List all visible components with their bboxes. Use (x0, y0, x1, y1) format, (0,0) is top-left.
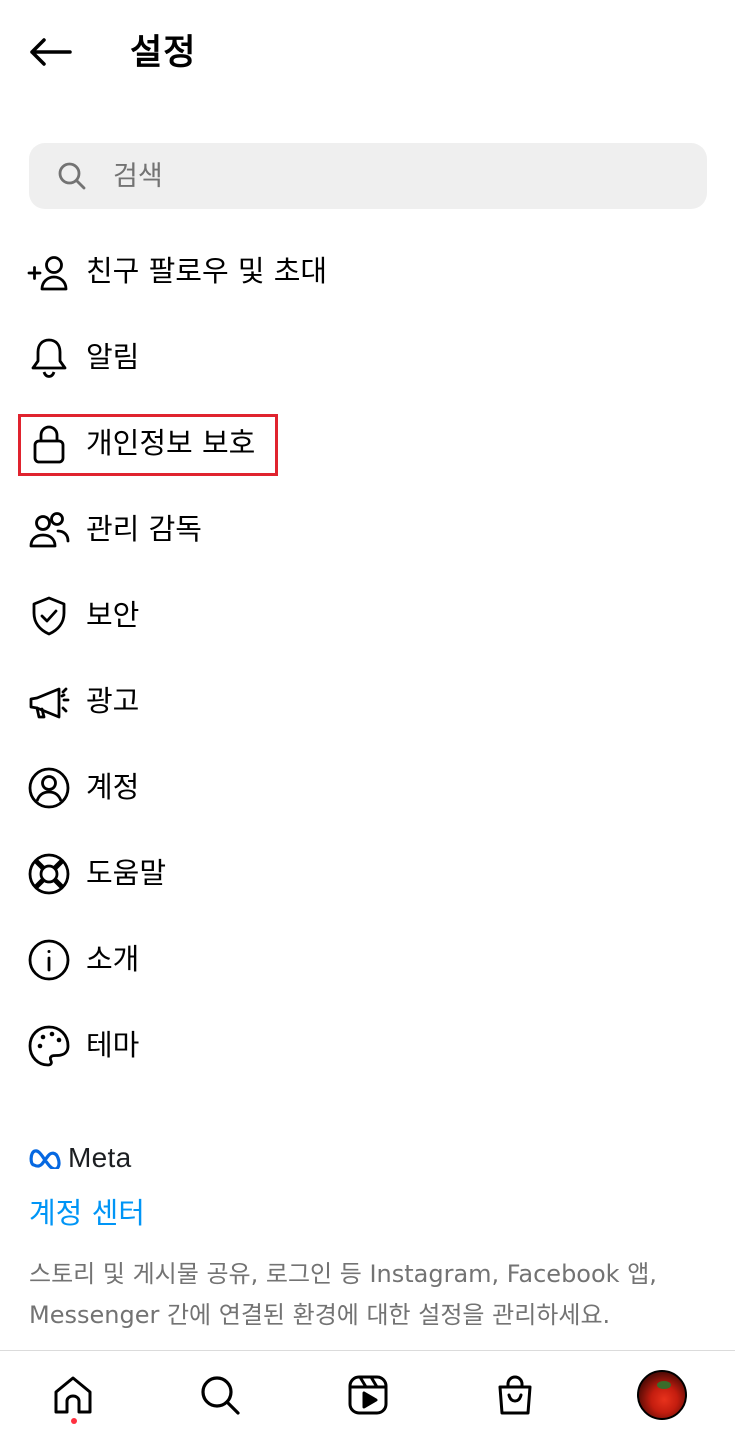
menu-item-help[interactable]: 도움말 (0, 831, 735, 917)
menu-item-notifications[interactable]: 알림 (0, 315, 735, 401)
menu-item-theme[interactable]: 테마 (0, 1003, 735, 1089)
arrow-left-icon (30, 38, 72, 66)
notification-dot (71, 1418, 77, 1424)
info-icon (27, 938, 71, 982)
home-icon (54, 1376, 92, 1414)
tab-home[interactable] (45, 1367, 101, 1423)
lock-icon (27, 422, 71, 466)
tab-reels[interactable] (340, 1367, 396, 1423)
lifebuoy-icon (27, 852, 71, 896)
menu-item-ads[interactable]: 광고 (0, 659, 735, 745)
menu-item-label: 테마 (86, 1028, 140, 1062)
menu-item-about[interactable]: 소개 (0, 917, 735, 1003)
menu-item-label: 도움말 (86, 856, 167, 890)
menu-item-label: 알림 (86, 340, 140, 374)
search-input[interactable] (111, 159, 655, 193)
meta-logo: Meta (28, 1140, 131, 1176)
search-bar[interactable] (29, 143, 707, 209)
menu-item-account[interactable]: 계정 (0, 745, 735, 831)
supervision-icon (27, 508, 71, 552)
menu-item-label: 개인정보 보호 (86, 426, 256, 460)
menu-item-follow-invite[interactable]: 친구 팔로우 및 초대 (0, 229, 735, 315)
bottom-tab-bar (0, 1351, 735, 1440)
tab-search[interactable] (192, 1367, 248, 1423)
header: 설정 (0, 0, 735, 100)
bell-icon (27, 336, 71, 380)
menu-item-security[interactable]: 보안 (0, 573, 735, 659)
back-button[interactable] (26, 30, 74, 74)
menu-item-label: 소개 (86, 942, 140, 976)
meta-wordmark: Meta (68, 1142, 132, 1173)
menu-item-supervision[interactable]: 관리 감독 (0, 487, 735, 573)
shop-icon (498, 1375, 532, 1415)
menu-item-label: 친구 팔로우 및 초대 (86, 254, 328, 288)
palette-icon (27, 1024, 71, 1068)
accounts-center-description: 스토리 및 게시물 공유, 로그인 등 Instagram, Facebook … (29, 1260, 657, 1329)
menu-item-label: 광고 (86, 684, 140, 718)
reels-icon (348, 1375, 388, 1415)
accounts-center-link[interactable]: 계정 센터 (29, 1190, 145, 1232)
menu-item-label: 관리 감독 (86, 512, 202, 546)
account-circle-icon (27, 766, 71, 810)
menu-item-privacy[interactable]: 개인정보 보호 (0, 401, 735, 487)
shield-check-icon (27, 594, 71, 638)
settings-menu: 친구 팔로우 및 초대 알림 개인정보 보호 관리 감독 보안 광고 계정 도움… (0, 229, 735, 1089)
profile-avatar (637, 1370, 687, 1420)
search-icon (201, 1376, 240, 1415)
tab-shop[interactable] (487, 1367, 543, 1423)
megaphone-icon (27, 680, 71, 724)
menu-item-label: 보안 (86, 598, 140, 632)
page-title: 설정 (130, 33, 197, 73)
tab-profile[interactable] (634, 1367, 690, 1423)
meta-infinity-icon (29, 1149, 61, 1169)
search-icon (58, 162, 86, 190)
menu-item-label: 계정 (86, 770, 140, 804)
add-friend-icon (27, 250, 71, 294)
